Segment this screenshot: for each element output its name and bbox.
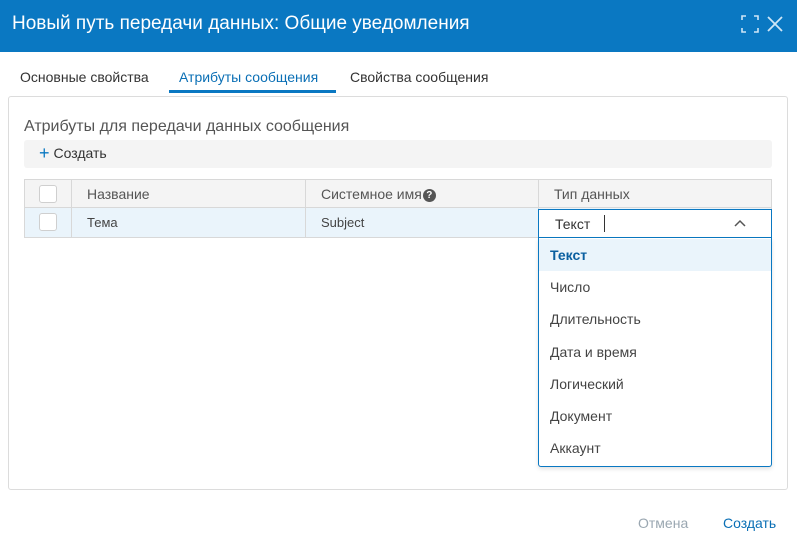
dropdown-option-datetime[interactable]: Дата и время: [539, 336, 771, 368]
cancel-button[interactable]: Отмена: [638, 515, 688, 531]
row-system-name[interactable]: Subject: [321, 215, 364, 230]
column-header-system-name-label: Системное имя: [321, 186, 422, 202]
dropdown-option-document[interactable]: Документ: [539, 400, 771, 432]
dialog-title: Новый путь передачи данных: Общие уведом…: [12, 13, 470, 34]
tab-message-properties[interactable]: Свойства сообщения: [350, 69, 488, 85]
column-header-data-type[interactable]: Тип данных: [554, 186, 630, 202]
create-attribute-label: Создать: [53, 145, 107, 161]
create-attribute-button[interactable]: + Создать: [39, 143, 107, 163]
dropdown-option-account[interactable]: Аккаунт: [539, 432, 771, 464]
row-name[interactable]: Тема: [87, 215, 118, 230]
chevron-up-icon[interactable]: [733, 217, 747, 235]
maximize-icon[interactable]: [741, 15, 761, 35]
question-icon[interactable]: ?: [422, 189, 436, 202]
tab-basic-properties[interactable]: Основные свойства: [20, 69, 149, 85]
grid-header: Название Системное имя? Тип данных: [25, 180, 771, 208]
active-tab-indicator: [169, 90, 336, 93]
row-checkbox[interactable]: [39, 213, 57, 231]
tab-message-attributes[interactable]: Атрибуты сообщения: [179, 69, 318, 85]
dropdown-option-duration[interactable]: Длительность: [539, 303, 771, 335]
plus-icon: +: [39, 143, 50, 163]
dropdown-option-boolean[interactable]: Логический: [539, 368, 771, 400]
data-type-dropdown: Текст Число Длительность Дата и время Ло…: [538, 238, 772, 467]
data-type-select[interactable]: Текст: [538, 209, 772, 238]
grid-toolbar: [24, 140, 772, 168]
column-divider: [305, 180, 306, 237]
dropdown-option-number[interactable]: Число: [539, 271, 771, 303]
create-button[interactable]: Создать: [723, 515, 776, 531]
tab-bar: Основные свойства Атрибуты сообщения Сво…: [0, 52, 797, 96]
column-divider: [71, 180, 72, 237]
section-title: Атрибуты для передачи данных сообщения: [24, 118, 350, 135]
column-header-system-name[interactable]: Системное имя?: [321, 186, 436, 202]
column-header-name[interactable]: Название: [87, 186, 150, 202]
close-icon[interactable]: [766, 15, 786, 35]
select-all-checkbox[interactable]: [39, 185, 57, 203]
text-caret: [604, 215, 605, 232]
dialog-header: Новый путь передачи данных: Общие уведом…: [0, 0, 797, 52]
dropdown-option-text[interactable]: Текст: [539, 239, 771, 271]
data-type-select-value: Текст: [555, 216, 591, 232]
